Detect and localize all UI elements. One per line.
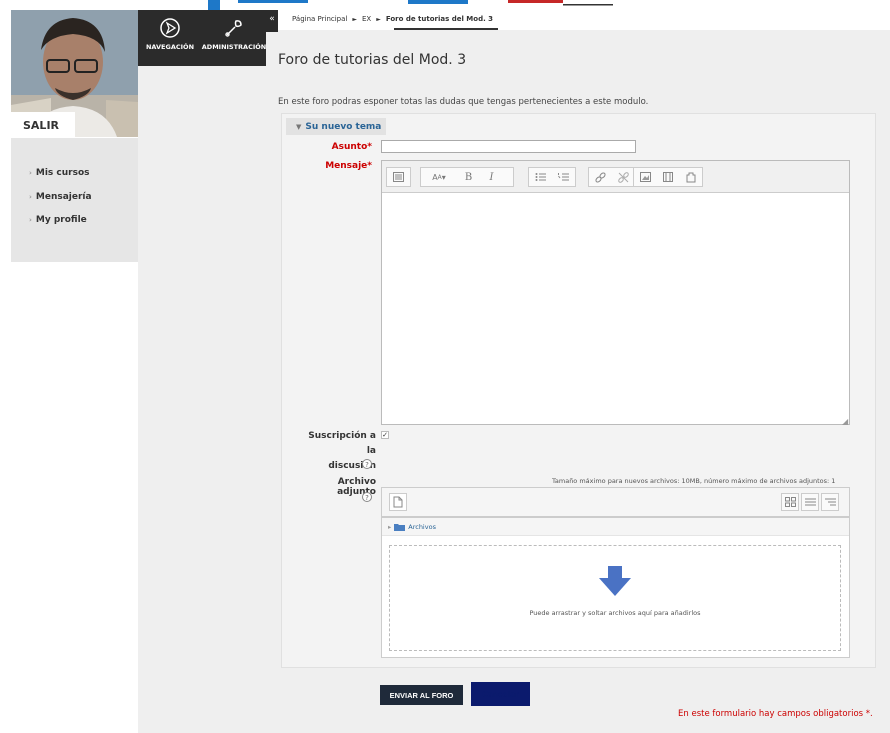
toolbar-group-2: A A ▾ B I	[420, 167, 514, 187]
required-note-star: *.	[865, 709, 873, 719]
forum-intro: En este foro podras esponer totas las du…	[278, 97, 649, 107]
editor-toolbar: A A ▾ B I	[382, 161, 849, 193]
mensaje-label-row: Mensaje*	[300, 161, 372, 171]
drop-instructions: Puede arrastrar y soltar archivos aquí p…	[529, 609, 701, 617]
breadcrumb-course-link[interactable]: EX	[362, 15, 371, 23]
legend-label: Su nuevo tema	[305, 121, 382, 132]
drop-arrow-icon	[599, 566, 631, 596]
view-tree-button[interactable]	[821, 493, 839, 511]
toolbar-group-1	[386, 167, 411, 187]
administracion-button[interactable]: ADMINISTRACIÓN	[202, 10, 266, 66]
grid-view-icon	[784, 497, 796, 507]
required-mark: *	[367, 142, 372, 152]
add-file-button[interactable]	[389, 493, 407, 511]
manage-files-icon[interactable]	[679, 168, 702, 186]
breadcrumb-home-link[interactable]: Página Principal	[292, 15, 347, 23]
header-decoration	[208, 0, 613, 10]
folder-icon	[394, 523, 406, 531]
navegacion-label: NAVEGACIÓN	[145, 43, 195, 51]
mensaje-label: Mensaje	[325, 161, 368, 171]
toolbar-group-3	[528, 167, 576, 187]
image-icon[interactable]	[634, 168, 657, 186]
bold-icon[interactable]: B	[457, 168, 480, 186]
collapse-arrow-icon: ▼	[296, 122, 302, 131]
sidebar-panel: › Mis cursos › Mensajería › My profile	[11, 138, 138, 262]
message-editor[interactable]	[381, 160, 850, 425]
required-fields-note: En este formulario hay campos obligatori…	[678, 709, 873, 719]
max-size-note: Tamaño máximo para nuevos archivos: 10MB…	[552, 477, 836, 485]
sidebar-item-my-profile[interactable]: › My profile	[29, 215, 87, 225]
bullet-icon: ›	[29, 193, 32, 201]
submit-button[interactable]: ENVIAR AL FORO	[380, 685, 463, 705]
files-folder-path[interactable]: ▸ Archivos	[382, 518, 849, 536]
salir-button[interactable]: SALIR	[11, 112, 75, 138]
view-icons-button[interactable]	[781, 493, 799, 511]
asunto-input[interactable]	[381, 140, 636, 153]
bullet-icon: ›	[29, 169, 32, 177]
ordered-list-icon[interactable]	[552, 168, 575, 186]
compass-icon	[160, 18, 180, 38]
unlink-icon[interactable]	[612, 168, 635, 186]
navegacion-button[interactable]: NAVEGACIÓN	[138, 10, 202, 66]
sidebar-item-label: Mensajería	[35, 192, 92, 202]
add-file-icon	[393, 496, 403, 508]
collapse-sidebar-button[interactable]: «	[266, 10, 278, 32]
bullet-icon: ›	[29, 216, 32, 224]
expand-arrow-icon: ▸	[388, 522, 392, 531]
breadcrumb-current: Foro de tutorias del Mod. 3	[385, 15, 494, 23]
files-folder-label: Archivos	[408, 522, 436, 531]
resize-grip-icon[interactable]: ◢	[842, 417, 848, 426]
breadcrumb: Página Principal ► EX ► Foro de tutorias del…	[292, 15, 493, 23]
asunto-label: Asunto	[331, 142, 368, 152]
page-title: Foro de tutorias del Mod. 3	[278, 52, 467, 68]
toolbar-toggle-icon[interactable]	[387, 168, 410, 186]
sidebar-item-mis-cursos[interactable]: › Mis cursos	[29, 168, 90, 178]
media-icon[interactable]	[657, 168, 680, 186]
required-note-text: En este formulario hay campos obligatori…	[678, 709, 864, 719]
breadcrumb-underline	[394, 28, 498, 30]
filepicker-toolbar	[381, 487, 850, 517]
file-drop-zone[interactable]	[389, 545, 841, 651]
toolbar-group-4	[588, 167, 636, 187]
tree-view-icon	[824, 498, 836, 506]
required-mark: *	[367, 161, 372, 171]
help-icon[interactable]: ?	[362, 492, 372, 502]
wrench-icon	[225, 20, 242, 37]
view-details-button[interactable]	[801, 493, 819, 511]
breadcrumb-separator-icon: ►	[352, 16, 357, 23]
help-icon[interactable]: ?	[362, 459, 372, 469]
sidebar-item-label: My profile	[35, 215, 87, 225]
link-icon[interactable]	[589, 168, 612, 186]
form-legend-toggle[interactable]: ▼ Su nuevo tema	[286, 118, 386, 135]
administracion-label: ADMINISTRACIÓN	[201, 43, 267, 51]
italic-icon[interactable]: I	[480, 168, 503, 186]
breadcrumb-separator-icon: ►	[376, 16, 381, 23]
font-size-icon[interactable]: A A ▾	[421, 168, 457, 186]
cancel-button[interactable]: Cancelar	[471, 682, 530, 706]
toolbar-group-5	[633, 167, 703, 187]
sidebar-item-mensajeria[interactable]: › Mensajería	[29, 192, 92, 202]
list-view-icon	[804, 498, 816, 506]
sidebar-item-label: Mis cursos	[35, 168, 90, 178]
subscription-checkbox[interactable]: ✓	[381, 431, 389, 439]
asunto-label-row: Asunto*	[300, 142, 372, 152]
unordered-list-icon[interactable]	[529, 168, 552, 186]
subscription-label-line1: Suscripción a la	[308, 431, 376, 456]
